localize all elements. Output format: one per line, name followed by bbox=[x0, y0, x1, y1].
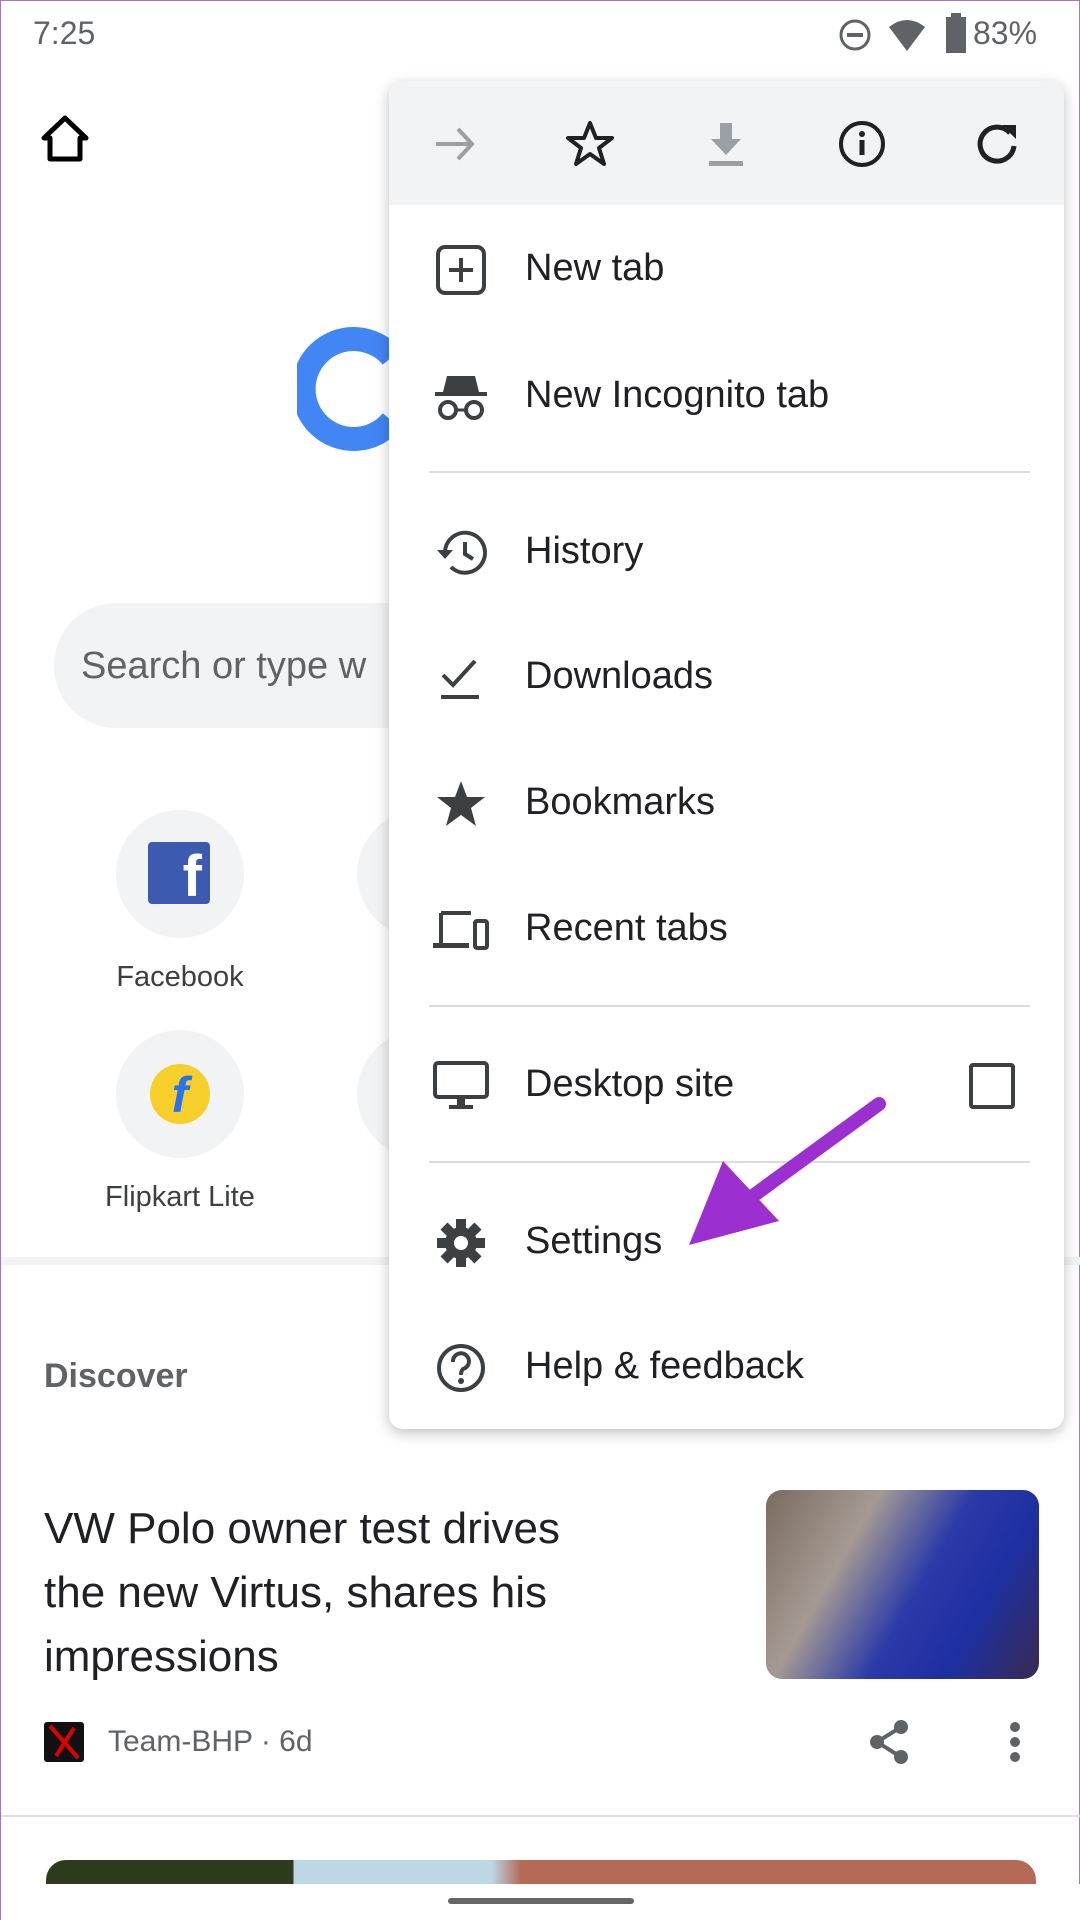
google-logo bbox=[297, 327, 397, 451]
wifi-icon bbox=[889, 20, 925, 51]
downloads-check-icon bbox=[441, 659, 479, 699]
shortcut-facebook[interactable]: f bbox=[116, 810, 244, 938]
menu-item-desktop-site[interactable]: Desktop site bbox=[389, 1031, 1064, 1141]
menu-item-label: New tab bbox=[525, 247, 665, 289]
shortcut-label: Flipkart Lite bbox=[105, 1181, 255, 1213]
forward-icon[interactable] bbox=[430, 119, 480, 169]
bookmarks-star-icon bbox=[437, 781, 485, 826]
menu-item-history[interactable]: History bbox=[389, 498, 1064, 608]
menu-item-label: History bbox=[525, 530, 644, 572]
menu-item-downloads[interactable]: Downloads bbox=[389, 623, 1064, 733]
bookmark-star-icon[interactable] bbox=[565, 119, 615, 169]
refresh-icon[interactable] bbox=[972, 119, 1022, 169]
battery-icon bbox=[946, 13, 966, 53]
search-placeholder: Search or type w bbox=[81, 645, 367, 687]
desktop-site-checkbox[interactable] bbox=[969, 1063, 1015, 1109]
facebook-icon: f bbox=[148, 842, 210, 909]
menu-item-help-feedback[interactable]: Help & feedback bbox=[389, 1313, 1064, 1423]
title-line: the new Virtus, shares his bbox=[44, 1568, 547, 1617]
menu-item-label: Desktop site bbox=[525, 1063, 735, 1105]
new-tab-icon bbox=[436, 245, 486, 295]
menu-item-recent-tabs[interactable]: Recent tabs bbox=[389, 875, 1064, 985]
article-title[interactable]: VW Polo owner test drives the new Virtus… bbox=[44, 1497, 560, 1689]
menu-item-label: Recent tabs bbox=[525, 907, 728, 949]
download-icon[interactable] bbox=[701, 119, 751, 169]
share-icon[interactable] bbox=[867, 1719, 913, 1765]
menu-toolbar bbox=[389, 81, 1064, 205]
battery-level: 83% bbox=[973, 15, 1038, 51]
info-icon[interactable] bbox=[837, 119, 887, 169]
more-options-icon[interactable] bbox=[1005, 1721, 1025, 1763]
article-thumbnail[interactable] bbox=[766, 1490, 1039, 1679]
discover-heading: Discover bbox=[44, 1357, 188, 1395]
menu-divider bbox=[429, 471, 1030, 473]
menu-item-new-incognito-tab[interactable]: New Incognito tab bbox=[389, 342, 1064, 452]
desktop-icon bbox=[433, 1061, 489, 1109]
nav-bar bbox=[1, 1884, 1080, 1921]
flipkart-icon: f bbox=[150, 1064, 210, 1124]
title-line: impressions bbox=[44, 1632, 279, 1681]
menu-divider bbox=[429, 1005, 1030, 1007]
devices-icon bbox=[433, 911, 489, 950]
dnd-icon bbox=[839, 19, 871, 51]
card-divider bbox=[1, 1815, 1080, 1817]
menu-divider bbox=[429, 1161, 1030, 1163]
shortcut-flipkart[interactable]: f bbox=[116, 1030, 244, 1158]
menu-item-new-tab[interactable]: New tab bbox=[389, 215, 1064, 325]
team-bhp-favicon bbox=[44, 1722, 84, 1762]
menu-item-bookmarks[interactable]: Bookmarks bbox=[389, 749, 1064, 859]
overflow-menu: New tab New Incognito tab History Downlo… bbox=[389, 81, 1064, 1429]
status-time: 7:25 bbox=[33, 15, 96, 51]
home-icon[interactable] bbox=[39, 113, 91, 165]
help-icon bbox=[437, 1344, 485, 1392]
incognito-icon bbox=[435, 376, 487, 420]
shortcut-label: Facebook bbox=[116, 961, 244, 993]
article-source: Team-BHP · 6d bbox=[108, 1725, 313, 1758]
menu-item-settings[interactable]: Settings bbox=[389, 1188, 1064, 1298]
menu-item-label: Downloads bbox=[525, 655, 713, 697]
menu-item-label: Bookmarks bbox=[525, 781, 716, 823]
settings-gear-icon bbox=[437, 1219, 485, 1267]
menu-item-label: Settings bbox=[525, 1220, 663, 1262]
history-icon bbox=[437, 530, 487, 575]
menu-item-label: New Incognito tab bbox=[525, 374, 830, 416]
home-gesture-handle[interactable] bbox=[448, 1898, 634, 1904]
menu-item-label: Help & feedback bbox=[525, 1345, 804, 1387]
title-line: VW Polo owner test drives bbox=[44, 1504, 560, 1553]
